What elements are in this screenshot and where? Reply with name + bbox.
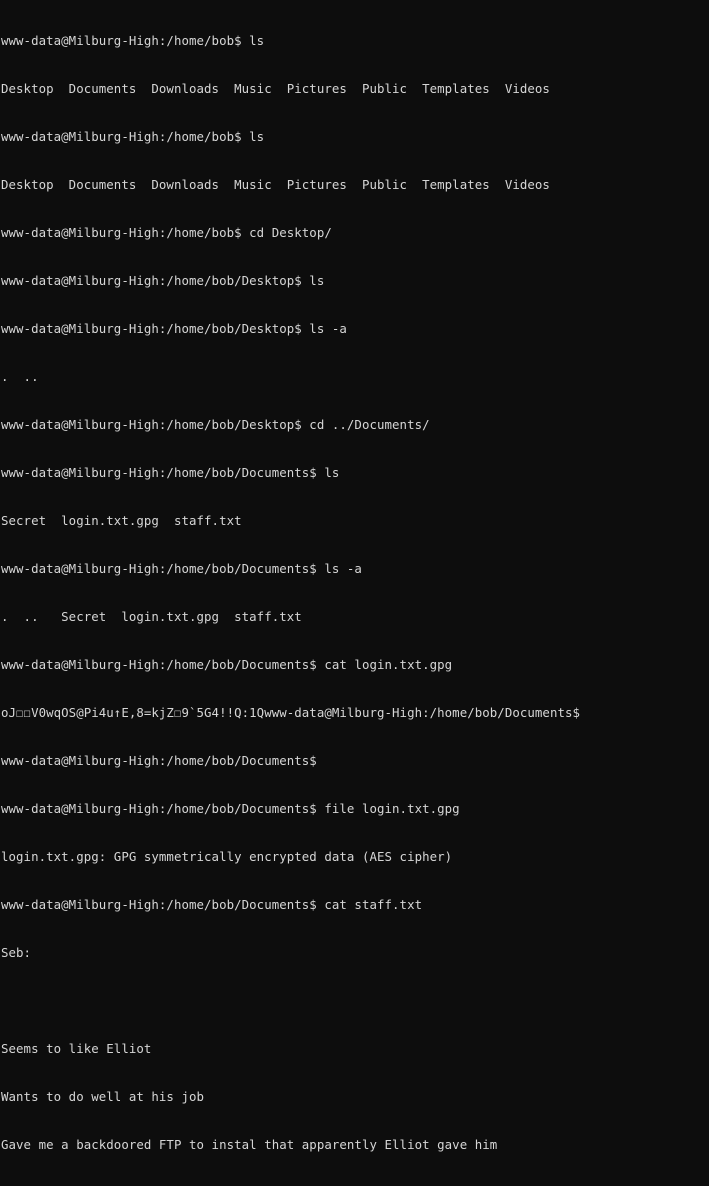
terminal-line: www-data@Milburg-High:/home/bob/Document… <box>1 465 340 480</box>
terminal-line: www-data@Milburg-High:/home/bob/Document… <box>1 753 317 768</box>
terminal-line: www-data@Milburg-High:/home/bob/Document… <box>1 657 453 672</box>
terminal-line: www-data@Milburg-High:/home/bob$ cd Desk… <box>1 225 332 240</box>
terminal-output-area[interactable]: www-data@Milburg-High:/home/bob$ ls Desk… <box>1 1 709 1186</box>
terminal-line: . .. <box>1 369 39 384</box>
terminal-line: Wants to do well at his job <box>1 1089 205 1104</box>
terminal-line: www-data@Milburg-High:/home/bob$ ls <box>1 33 265 48</box>
terminal-line: Seb: <box>1 945 32 960</box>
terminal-line: Secret login.txt.gpg staff.txt <box>1 513 242 528</box>
terminal-line: www-data@Milburg-High:/home/bob/Document… <box>1 561 362 576</box>
terminal-line: www-data@Milburg-High:/home/bob$ ls <box>1 129 265 144</box>
terminal-line: Desktop Documents Downloads Music Pictur… <box>1 177 550 192</box>
terminal-line: www-data@Milburg-High:/home/bob/Desktop$… <box>1 321 347 336</box>
terminal-line: www-data@Milburg-High:/home/bob/Document… <box>1 801 460 816</box>
terminal-line: www-data@Milburg-High:/home/bob/Desktop$… <box>1 417 430 432</box>
terminal-line-binary-garbage: oJ☐☐V0wqOS@Pi4u↑E,8=kjZ☐9`5G4!!Q:1Qwww-d… <box>1 705 581 720</box>
terminal-line: Seems to like Elliot <box>1 1041 152 1056</box>
terminal-line: . .. Secret login.txt.gpg staff.txt <box>1 609 302 624</box>
terminal-line: www-data@Milburg-High:/home/bob/Desktop$… <box>1 273 325 288</box>
terminal-line: www-data@Milburg-High:/home/bob/Document… <box>1 897 423 912</box>
terminal-line: Gave me a backdoored FTP to instal that … <box>1 1137 498 1152</box>
terminal-line: Desktop Documents Downloads Music Pictur… <box>1 81 550 96</box>
terminal-window[interactable]: www-data@Milburg-High:/home/bob$ ls Desk… <box>0 0 709 1152</box>
terminal-line: login.txt.gpg: GPG symmetrically encrypt… <box>1 849 453 864</box>
